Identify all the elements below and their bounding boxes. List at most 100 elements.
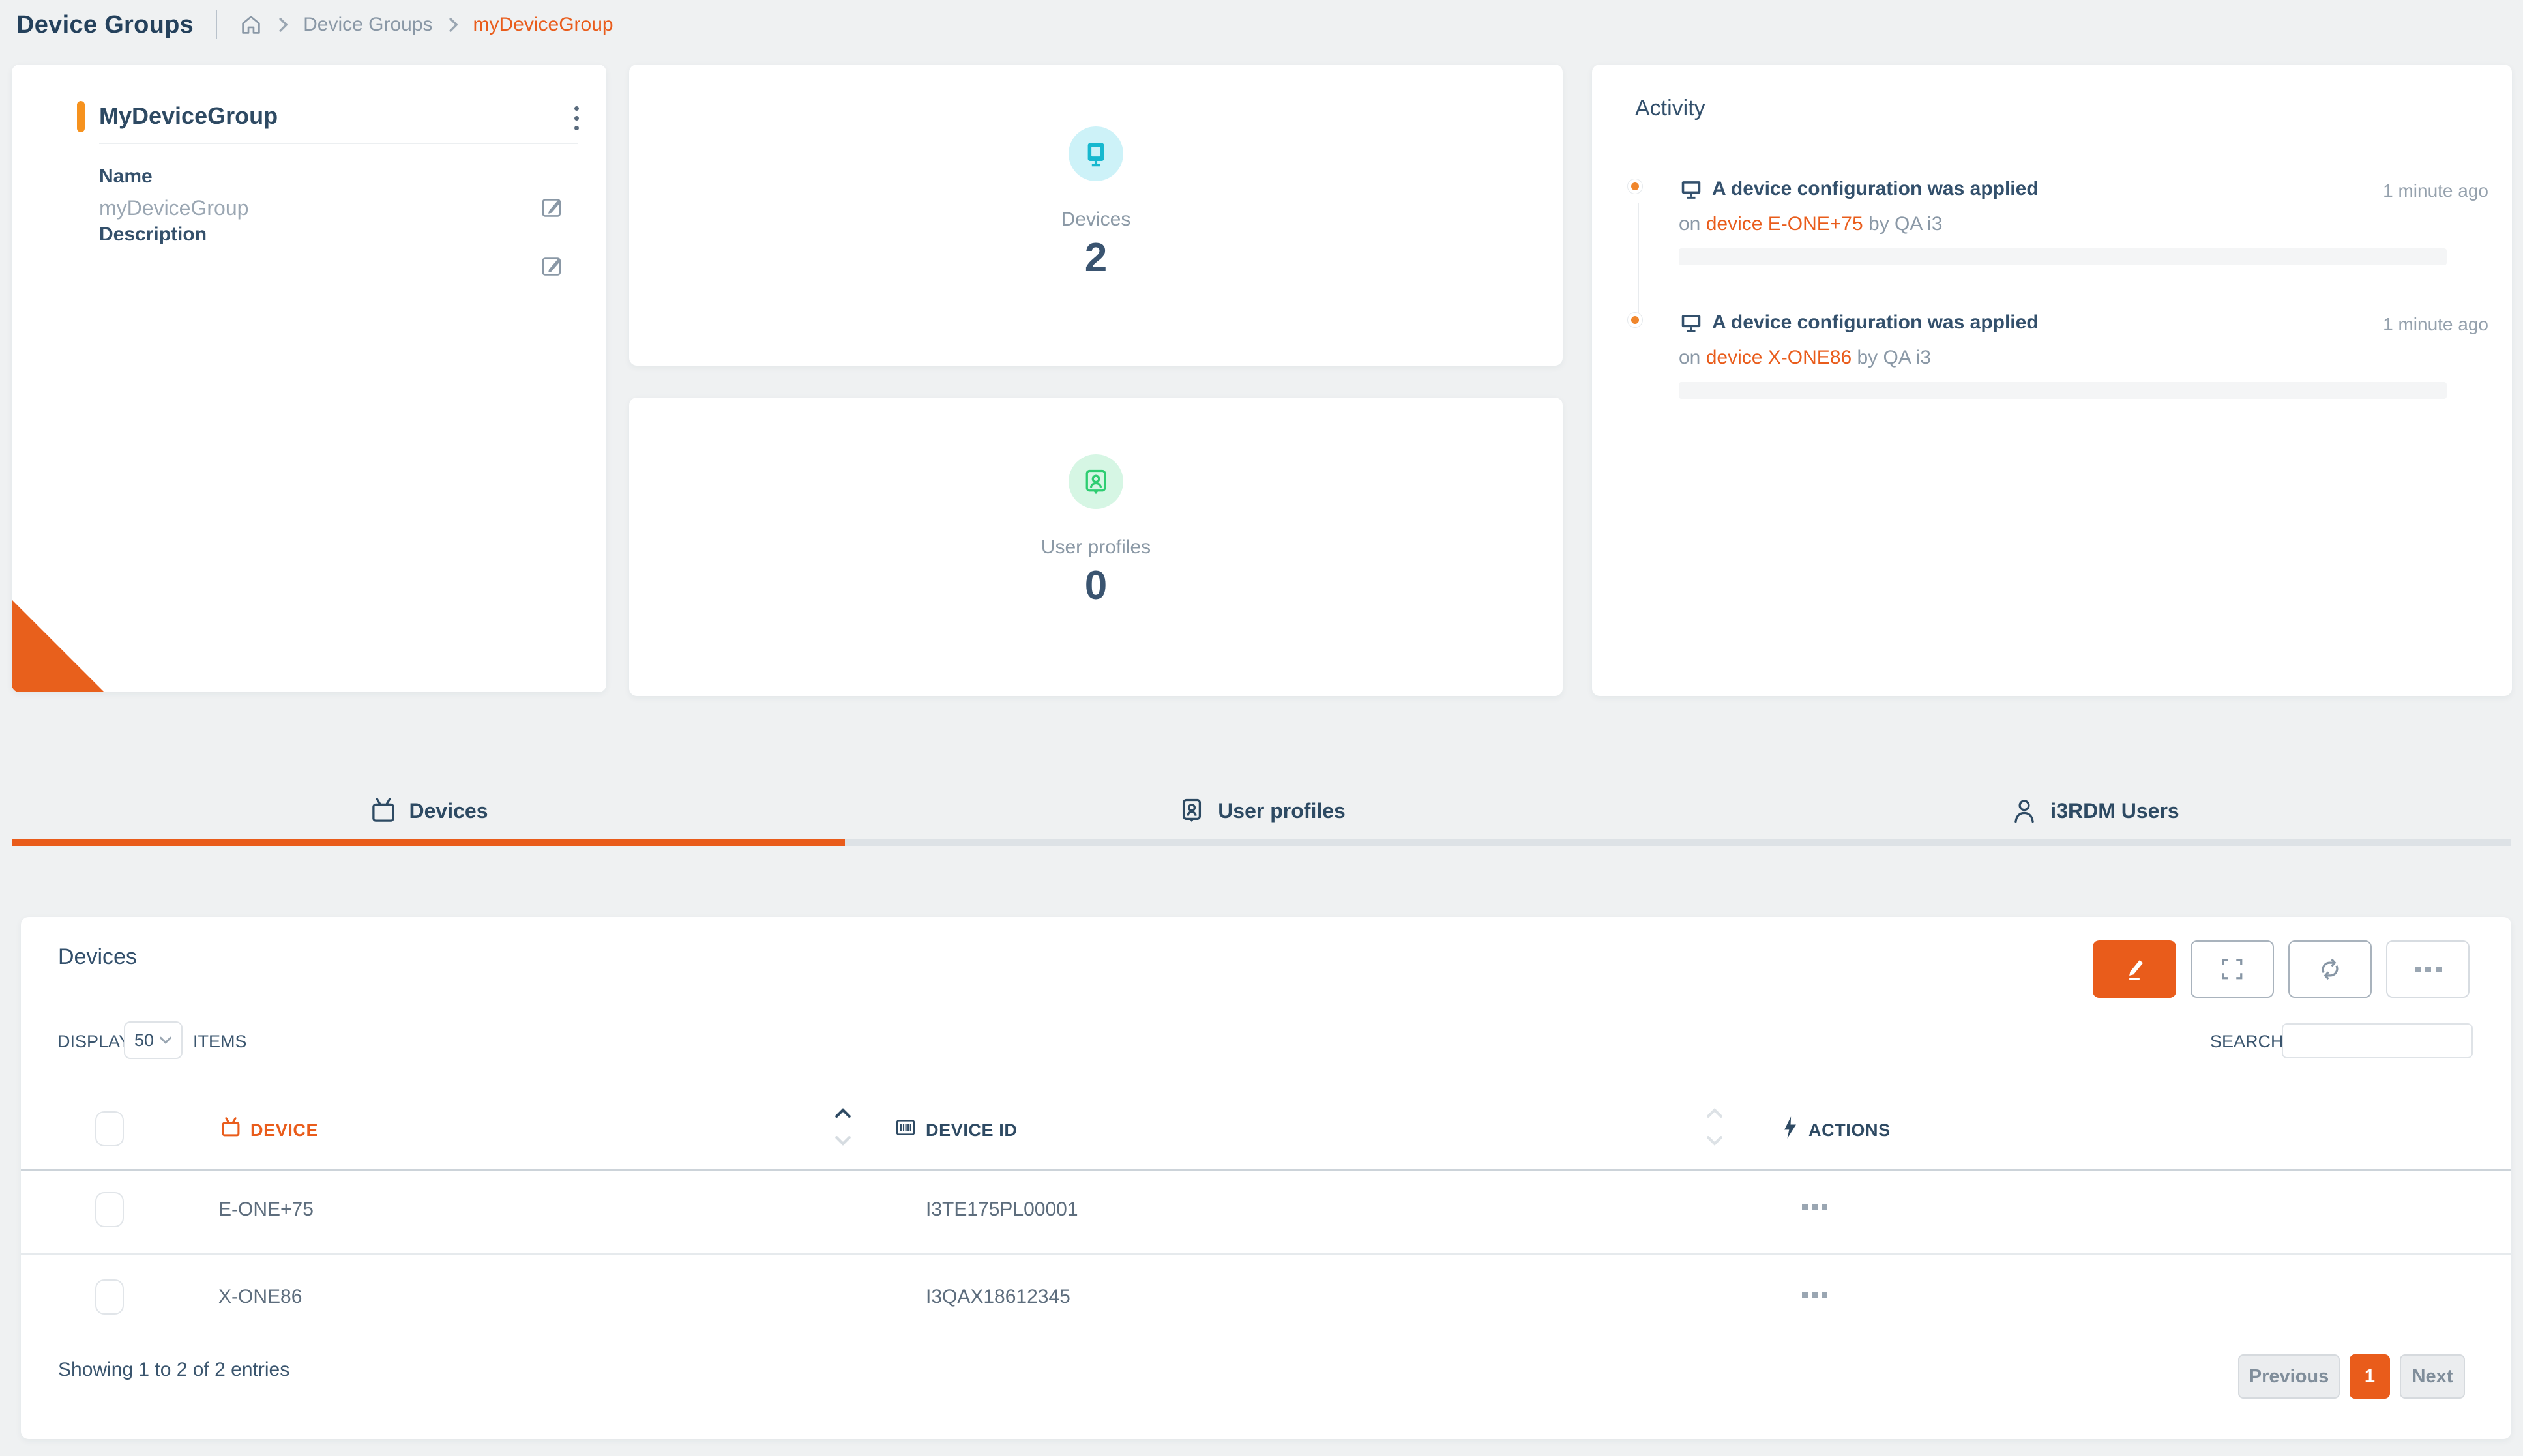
user-badge-icon [1177,796,1206,825]
lightning-bolt-icon [1778,1115,1802,1143]
cell-device[interactable]: E-ONE+75 [218,1199,314,1221]
name-label: Name [99,166,153,188]
row-checkbox[interactable] [95,1192,124,1227]
table-summary: Showing 1 to 2 of 2 entries [58,1359,289,1381]
user-profiles-stat-label: User profiles [1041,536,1151,559]
chevron-down-icon [159,1036,172,1045]
active-tab-indicator [12,839,845,846]
activity-detail-suffix: by QA i3 [1868,213,1942,235]
activity-detail-suffix: by QA i3 [1857,347,1931,368]
devices-stat-label: Devices [1061,209,1131,231]
tab-i3rdm-users[interactable]: i3RDM Users [1678,782,2511,839]
activity-placeholder-bar [1679,248,2447,265]
user-profiles-stat-value: 0 [1085,562,1107,609]
person-icon [2010,796,2039,825]
user-badge-icon [1082,467,1110,496]
tab-i3rdm-users-label: i3RDM Users [2050,799,2179,823]
timeline-dot [1628,179,1642,194]
tv-icon [369,796,398,825]
breadcrumb-parent[interactable]: Device Groups [303,14,432,36]
fullscreen-icon [2219,956,2245,982]
cell-device-id: I3TE175PL00001 [926,1199,1078,1221]
cell-device[interactable]: X-ONE86 [218,1286,302,1308]
top-header: Device Groups Device Groups myDeviceGrou… [16,0,613,50]
devices-stat-value: 2 [1085,235,1107,281]
pagination-previous-button[interactable]: Previous [2238,1354,2340,1399]
ellipsis-icon [2415,967,2442,972]
sort-desc-icon [834,1135,851,1146]
pagination-next-button[interactable]: Next [2400,1354,2465,1399]
row-actions-ellipsis[interactable] [1802,1204,1827,1210]
column-header-device-id[interactable]: DEVICE ID [926,1120,1017,1141]
refresh-icon [2316,955,2344,983]
timeline-dot [1628,313,1642,327]
activity-device-link[interactable]: device E-ONE+75 [1706,213,1863,235]
items-label: ITEMS [193,1032,247,1052]
page-size-select[interactable]: 50 [124,1021,183,1059]
more-actions-button[interactable] [2386,940,2470,998]
activity-entry-detail: on device E-ONE+75 by QA i3 [1679,213,1942,235]
edit-description-icon[interactable] [539,251,566,278]
select-all-checkbox[interactable] [95,1111,124,1146]
user-profiles-stat-circle [1069,454,1123,509]
name-value: myDeviceGroup [99,196,248,220]
home-icon[interactable] [239,13,263,36]
device-group-card: MyDeviceGroup Name myDeviceGroup Descrip… [12,65,606,692]
row-actions-ellipsis[interactable] [1802,1292,1827,1298]
sort-asc-icon [834,1107,851,1119]
activity-placeholder-bar [1679,382,2447,399]
sort-asc-icon [1706,1107,1723,1119]
display-label: DISPLAY [57,1032,130,1052]
edit-devices-button[interactable] [2093,940,2176,998]
edit-name-icon[interactable] [539,192,566,220]
corner-accent-triangle [12,600,104,692]
monitor-icon [1082,139,1110,168]
search-label: SEARCH: [2210,1032,2288,1052]
page-title: Device Groups [16,11,194,39]
search-input[interactable] [2282,1023,2473,1058]
timeline-connector [1638,203,1639,315]
tab-devices-label: Devices [409,799,488,823]
refresh-button[interactable] [2288,940,2372,998]
activity-entry-time: 1 minute ago [2383,181,2488,201]
column-header-device[interactable]: DEVICE [250,1120,318,1141]
group-divider [99,143,578,144]
tab-bar: Devices User profiles i3RDM Users [12,782,2511,846]
activity-entry-title: A device configuration was applied [1712,312,2039,334]
breadcrumb-chevron-icon [447,16,459,33]
column-header-actions: ACTIONS [1808,1120,1891,1141]
sort-desc-icon [1706,1135,1723,1146]
activity-card: Activity A device configuration was appl… [1592,65,2512,696]
activity-detail-prefix: on [1679,347,1700,368]
activity-entry-time: 1 minute ago [2383,314,2488,335]
activity-entry-detail: on device X-ONE86 by QA i3 [1679,347,1931,369]
user-profiles-stat-card[interactable]: User profiles 0 [629,398,1563,696]
pencil-icon [2121,955,2148,983]
row-divider [21,1253,2511,1255]
table-header-border [21,1169,2511,1171]
activity-entry-title: A device configuration was applied [1712,178,2039,200]
barcode-icon [893,1115,918,1143]
activity-device-link[interactable]: device X-ONE86 [1706,347,1852,368]
tab-devices[interactable]: Devices [12,782,845,839]
cell-device-id: I3QAX18612345 [926,1286,1070,1308]
fullscreen-button[interactable] [2191,940,2274,998]
group-title: MyDeviceGroup [99,102,278,130]
row-checkbox[interactable] [95,1279,124,1315]
breadcrumb-current: myDeviceGroup [473,14,613,36]
group-accent-bar [77,101,85,132]
description-label: Description [99,224,207,246]
monitor-icon [1679,310,1704,338]
tab-user-profiles[interactable]: User profiles [845,782,1678,839]
breadcrumb-chevron-icon [277,16,289,33]
activity-title: Activity [1635,96,1705,121]
header-divider [216,10,217,39]
devices-stat-card[interactable]: Devices 2 [629,65,1563,366]
tab-underline-track [12,839,2511,846]
devices-table-card: Devices DISPLAY 50 ITEMS SEARCH: DEVICE … [21,917,2511,1439]
kebab-menu-icon[interactable] [563,98,589,138]
pagination-page-1-button[interactable]: 1 [2350,1354,2390,1399]
tv-icon [218,1115,243,1143]
devices-stat-circle [1069,126,1123,181]
tab-user-profiles-label: User profiles [1218,799,1346,823]
